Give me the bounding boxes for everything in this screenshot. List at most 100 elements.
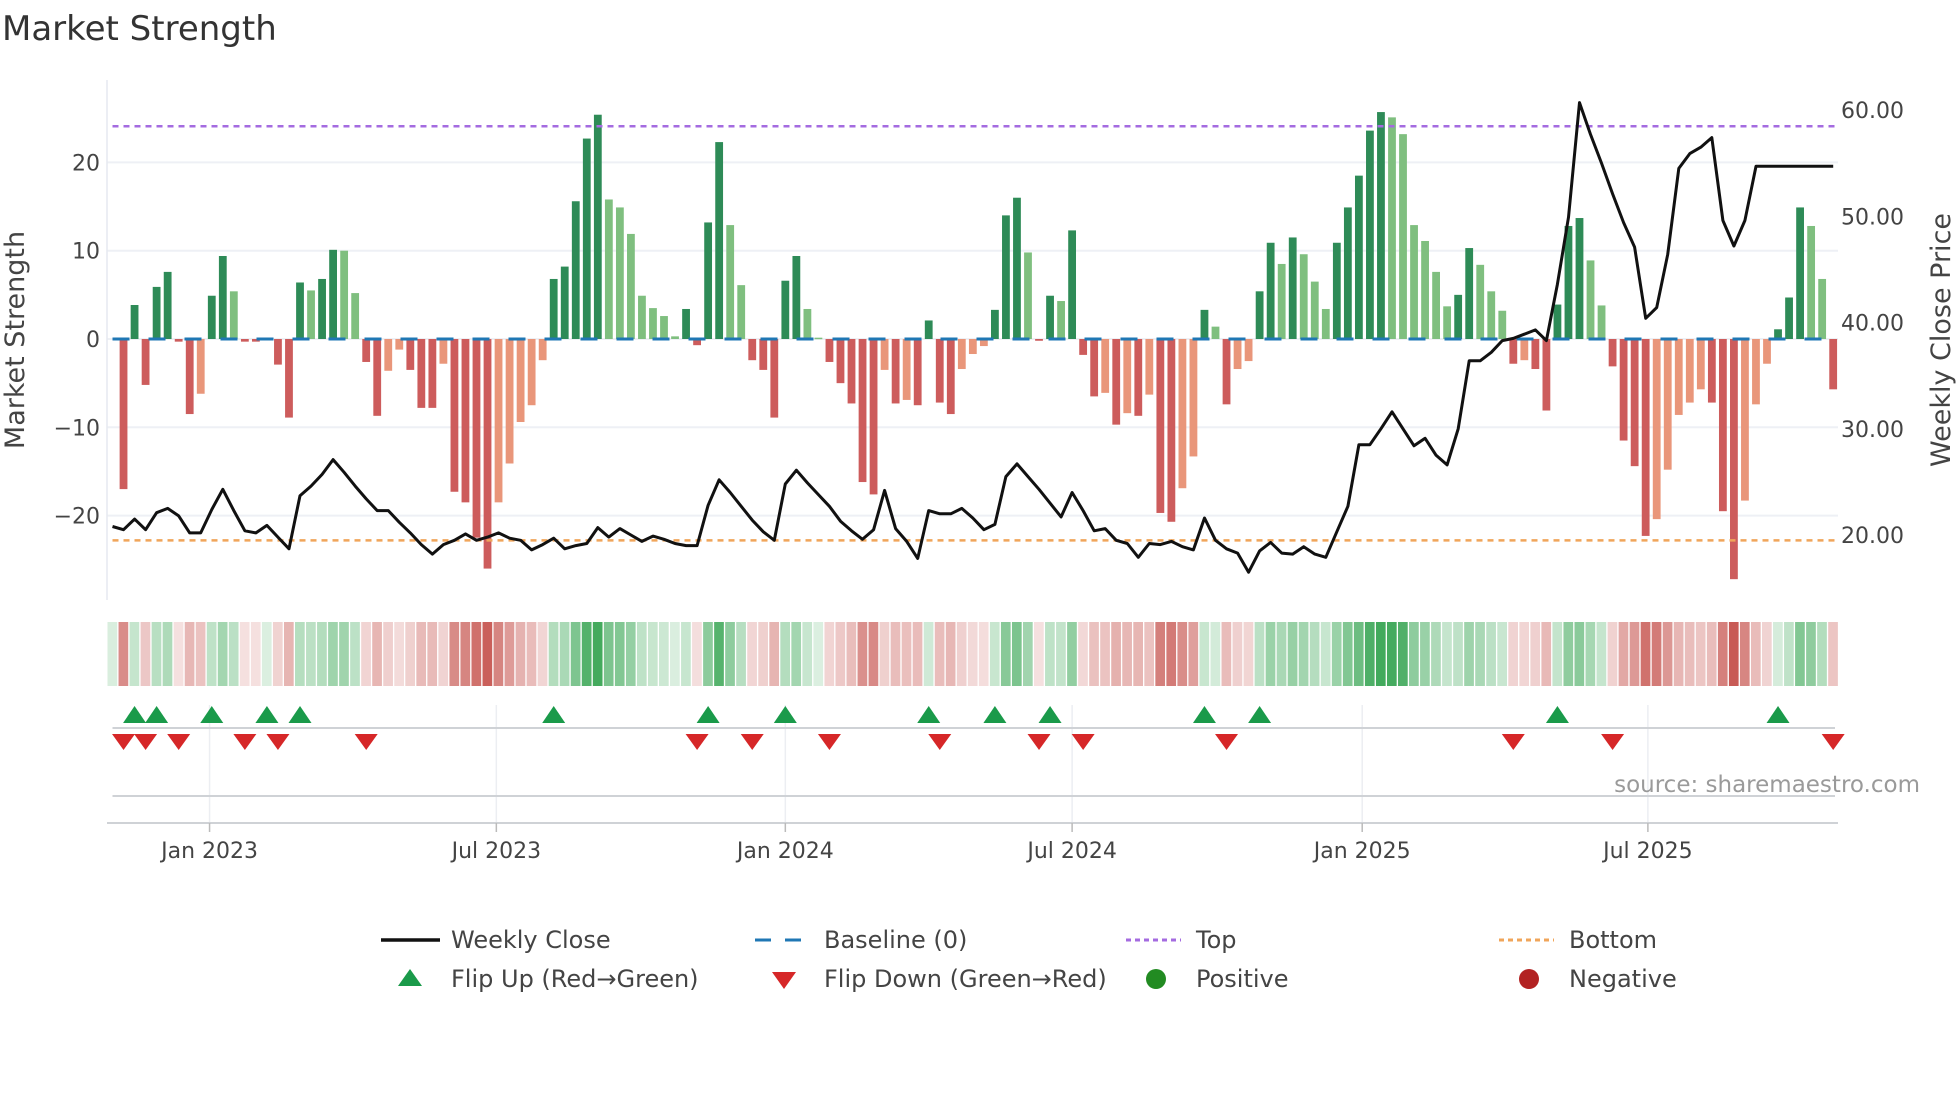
strength-bar (1443, 306, 1452, 339)
heatmap-cell (714, 622, 724, 686)
legend-item-top[interactable]: Top (1126, 926, 1237, 954)
y-right-tick-label: 50.00 (1841, 205, 1904, 230)
heatmap-cell (306, 622, 316, 686)
strength-bar (1388, 117, 1396, 339)
strength-bar (196, 339, 205, 394)
strength-bar (869, 339, 878, 495)
heatmap-cell (1078, 622, 1088, 686)
legend-item-bottom[interactable]: Bottom (1499, 926, 1657, 954)
heatmap-cell (1530, 622, 1541, 686)
strength-bar (483, 339, 492, 569)
y-tick-label: 10 (72, 240, 100, 265)
heatmap-cell (1563, 622, 1574, 686)
heatmap-cell (184, 622, 195, 686)
market-strength-chart: Market Strength 20 10 0 −10 −20 60.00 50.00 40… (0, 9, 1957, 993)
heatmap-cell (1508, 622, 1519, 686)
strength-bar (902, 339, 911, 400)
strength-bar (1035, 339, 1043, 341)
strength-bar (891, 339, 900, 404)
strength-bar (748, 339, 757, 361)
x-tick-label: Jul 2023 (450, 839, 542, 864)
strength-bar (472, 339, 481, 538)
heatmap-cell (1431, 622, 1441, 686)
heatmap-cell (1552, 622, 1563, 686)
strength-bar (296, 282, 304, 339)
strength-bar (163, 271, 172, 339)
legend-label: Baseline (0) (824, 926, 967, 954)
heatmap-cell (515, 622, 526, 686)
strength-bar (1377, 112, 1385, 339)
heatmap-cell (1111, 622, 1121, 686)
legend-label: Weekly Close (451, 926, 611, 954)
x-tick-label: Jul 2025 (1601, 839, 1693, 864)
legend-item-flip-up[interactable]: Flip Up (Red→Green) (398, 965, 699, 993)
heatmap-cell (394, 622, 404, 686)
heatmap-cell (879, 622, 890, 686)
flip-up-marker (1766, 706, 1790, 723)
x-tick-label: Jan 2023 (159, 839, 258, 864)
strength-bar (1244, 339, 1253, 362)
heatmap-cell (725, 622, 735, 686)
heatmap-cell (129, 622, 140, 686)
strength-bar (781, 280, 790, 339)
legend-label: Flip Up (Red→Green) (451, 965, 699, 993)
heatmap-cell (1000, 622, 1011, 686)
strength-bar (759, 339, 768, 370)
heatmap-cell (1828, 622, 1838, 686)
heatmap-cell (1056, 622, 1066, 686)
flip-up-marker (1192, 706, 1216, 723)
heatmap-cell (758, 622, 768, 686)
strength-bar (1454, 294, 1463, 339)
flip-down-marker (817, 734, 841, 750)
strength-bar (737, 285, 746, 339)
legend-label: Flip Down (Green→Red) (824, 965, 1107, 993)
x-tick-label: Jul 2024 (1025, 839, 1117, 864)
legend-item-negative[interactable]: Negative (1519, 965, 1677, 993)
heatmap-cell (1706, 622, 1717, 686)
strength-bar (1024, 252, 1032, 339)
heatmap-cell (372, 622, 382, 686)
heatmap-cell (548, 622, 559, 686)
strength-bar (847, 339, 856, 404)
heatmap-cell (703, 622, 713, 686)
heatmap-cell (769, 622, 779, 686)
legend-item-flip-down[interactable]: Flip Down (Green→Red) (772, 965, 1107, 993)
strength-bar (1476, 264, 1485, 339)
heatmap-cell (813, 622, 824, 686)
heatmap-cell (1618, 622, 1629, 686)
flip-down-marker (1215, 734, 1239, 750)
strength-bar (505, 339, 514, 464)
flip-up-marker (542, 706, 566, 723)
strength-bar (1200, 309, 1209, 339)
flip-down-marker (266, 734, 290, 750)
strength-bar (307, 290, 315, 339)
heatmap-cell (1199, 622, 1210, 686)
flip-down-marker (1501, 734, 1525, 750)
legend-item-baseline[interactable]: Baseline (0) (755, 926, 967, 954)
strength-bar (174, 339, 183, 342)
y-tick-label: 20 (72, 151, 100, 176)
strength-bar (726, 225, 735, 339)
heatmap-cell (1353, 622, 1364, 686)
strength-bar (1509, 339, 1518, 364)
heatmap-cell (118, 622, 129, 686)
heatmap-cell (162, 622, 173, 686)
legend-item-weekly-close[interactable]: Weekly Close (381, 926, 611, 954)
strength-bar (461, 339, 470, 503)
flip-down-marker (928, 734, 952, 750)
y-axis-label-right: Weekly Close Price (1926, 213, 1957, 467)
heatmap-cell (747, 622, 757, 686)
strength-bar (1399, 134, 1407, 339)
right-y-ticks: 60.00 50.00 40.00 30.00 20.00 (1841, 99, 1904, 549)
strength-bar (1211, 326, 1220, 339)
heatmap-cell (868, 622, 879, 686)
strength-bar (1288, 237, 1297, 339)
strength-bar (1046, 295, 1054, 339)
legend-item-positive[interactable]: Positive (1146, 965, 1289, 993)
heatmap-cell (1232, 622, 1243, 686)
heatmap-cell (1651, 622, 1662, 686)
strength-bar (285, 339, 293, 418)
strength-bar (1597, 305, 1606, 339)
heatmap-cell (1442, 622, 1452, 686)
strength-bar (1531, 339, 1540, 370)
